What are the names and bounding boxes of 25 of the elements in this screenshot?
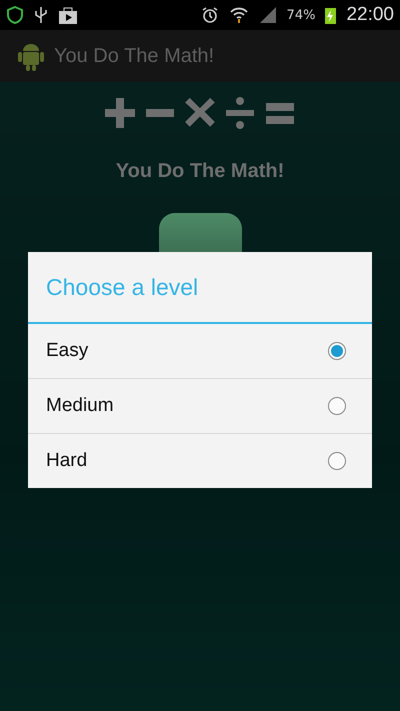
minus-icon <box>145 109 175 117</box>
radio-button[interactable] <box>328 397 346 415</box>
game-heading: You Do The Math! <box>116 160 284 183</box>
usb-icon <box>34 6 48 24</box>
divide-icon <box>225 96 255 130</box>
signal-icon <box>258 6 277 24</box>
battery-charging-icon <box>325 6 336 24</box>
shield-icon <box>6 6 24 24</box>
battery-percent: 74% <box>286 8 316 22</box>
level-option[interactable]: Medium <box>28 378 372 433</box>
wifi-icon <box>228 6 249 24</box>
level-label: Easy <box>46 340 90 362</box>
level-label: Hard <box>46 450 88 472</box>
play-store-icon <box>58 6 78 24</box>
radio-button[interactable] <box>328 452 346 470</box>
android-robot-icon <box>18 41 44 71</box>
alarm-icon <box>200 6 219 24</box>
clock-time: 22:00 <box>346 4 394 26</box>
plus-icon <box>105 96 135 130</box>
dialog-title: Choose a level <box>28 252 372 324</box>
radio-button[interactable] <box>328 342 346 360</box>
level-label: Medium <box>46 395 115 417</box>
app-title: You Do The Math! <box>54 44 214 68</box>
level-option[interactable]: Easy <box>28 324 372 378</box>
level-option[interactable]: Hard <box>28 433 372 488</box>
